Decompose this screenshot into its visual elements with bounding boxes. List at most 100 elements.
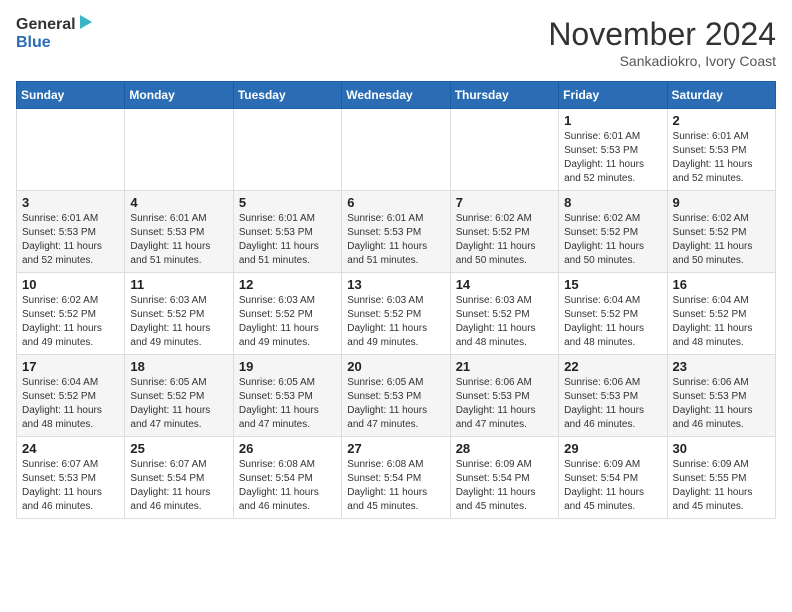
day-info: Sunrise: 6:09 AM Sunset: 5:54 PM Dayligh…: [456, 458, 553, 514]
calendar-cell: 6 Sunrise: 6:01 AM Sunset: 5:53 PM Daylig…: [342, 191, 450, 273]
day-number: 25: [130, 441, 227, 456]
calendar-week-row: 17Sunrise: 6:04 AM Sunset: 5:52 PM Dayli…: [17, 355, 776, 437]
day-number: 9: [673, 195, 770, 210]
calendar-cell: 13 Sunrise: 6:03 AM Sunset: 5:52 PM Dayli…: [342, 273, 450, 355]
day-number: 3: [22, 195, 119, 210]
calendar-cell: 21Sunrise: 6:06 AM Sunset: 5:53 PM Dayli…: [450, 355, 558, 437]
day-number: 26: [239, 441, 336, 456]
day-info: Sunrise: 6:02 AM Sunset: 5:52 PM Dayligh…: [673, 212, 770, 268]
day-info: Sunrise: 6:01 AM Sunset: 5:53 PM Dayligh…: [239, 212, 336, 268]
calendar-cell: 20 Sunrise: 6:05 AM Sunset: 5:53 PM Dayli…: [342, 355, 450, 437]
day-info: Sunrise: 6:09 AM Sunset: 5:55 PM Dayligh…: [673, 458, 770, 514]
day-info: Sunrise: 6:02 AM Sunset: 5:52 PM Dayligh…: [564, 212, 661, 268]
day-number: 8: [564, 195, 661, 210]
calendar-cell: 8 Sunrise: 6:02 AM Sunset: 5:52 PM Daylig…: [559, 191, 667, 273]
day-info: Sunrise: 6:08 AM Sunset: 5:54 PM Dayligh…: [239, 458, 336, 514]
day-info: Sunrise: 6:04 AM Sunset: 5:52 PM Dayligh…: [22, 376, 119, 432]
day-info: Sunrise: 6:01 AM Sunset: 5:53 PM Dayligh…: [130, 212, 227, 268]
calendar-table: SundayMondayTuesdayWednesdayThursdayFrid…: [16, 81, 776, 519]
calendar-week-row: 24Sunrise: 6:07 AM Sunset: 5:53 PM Dayli…: [17, 437, 776, 519]
logo-arrow-icon: [80, 15, 92, 29]
calendar-cell: 12 Sunrise: 6:03 AM Sunset: 5:52 PM Dayli…: [233, 273, 341, 355]
day-info: Sunrise: 6:01 AM Sunset: 5:53 PM Dayligh…: [22, 212, 119, 268]
day-number: 4: [130, 195, 227, 210]
day-number: 15: [564, 277, 661, 292]
calendar-cell: 27Sunrise: 6:08 AM Sunset: 5:54 PM Dayli…: [342, 437, 450, 519]
day-number: 24: [22, 441, 119, 456]
day-info: Sunrise: 6:03 AM Sunset: 5:52 PM Dayligh…: [130, 294, 227, 350]
day-number: 29: [564, 441, 661, 456]
day-number: 20: [347, 359, 444, 374]
day-info: Sunrise: 6:09 AM Sunset: 5:54 PM Dayligh…: [564, 458, 661, 514]
calendar-cell: 28 Sunrise: 6:09 AM Sunset: 5:54 PM Dayli…: [450, 437, 558, 519]
day-info: Sunrise: 6:05 AM Sunset: 5:53 PM Dayligh…: [239, 376, 336, 432]
day-info: Sunrise: 6:03 AM Sunset: 5:52 PM Dayligh…: [239, 294, 336, 350]
day-number: 1: [564, 113, 661, 128]
month-title: November 2024: [548, 16, 776, 53]
calendar-cell: [17, 109, 125, 191]
calendar-cell: 22Sunrise: 6:06 AM Sunset: 5:53 PM Dayli…: [559, 355, 667, 437]
day-number: 6: [347, 195, 444, 210]
calendar-cell: 1 Sunrise: 6:01 AM Sunset: 5:53 PM Daylig…: [559, 109, 667, 191]
calendar-header-row: SundayMondayTuesdayWednesdayThursdayFrid…: [17, 82, 776, 109]
calendar-cell: 16Sunrise: 6:04 AM Sunset: 5:52 PM Dayli…: [667, 273, 775, 355]
day-number: 19: [239, 359, 336, 374]
calendar-cell: [342, 109, 450, 191]
day-info: Sunrise: 6:03 AM Sunset: 5:52 PM Dayligh…: [456, 294, 553, 350]
day-number: 7: [456, 195, 553, 210]
day-of-week-header: Thursday: [450, 82, 558, 109]
day-info: Sunrise: 6:01 AM Sunset: 5:53 PM Dayligh…: [673, 130, 770, 186]
day-number: 21: [456, 359, 553, 374]
day-info: Sunrise: 6:06 AM Sunset: 5:53 PM Dayligh…: [673, 376, 770, 432]
title-section: November 2024 Sankadiokro, Ivory Coast: [548, 16, 776, 69]
day-info: Sunrise: 6:01 AM Sunset: 5:53 PM Dayligh…: [564, 130, 661, 186]
calendar-cell: 18Sunrise: 6:05 AM Sunset: 5:52 PM Dayli…: [125, 355, 233, 437]
day-of-week-header: Monday: [125, 82, 233, 109]
calendar-cell: 5 Sunrise: 6:01 AM Sunset: 5:53 PM Daylig…: [233, 191, 341, 273]
day-number: 14: [456, 277, 553, 292]
day-of-week-header: Sunday: [17, 82, 125, 109]
day-info: Sunrise: 6:06 AM Sunset: 5:53 PM Dayligh…: [564, 376, 661, 432]
day-number: 23: [673, 359, 770, 374]
day-info: Sunrise: 6:05 AM Sunset: 5:53 PM Dayligh…: [347, 376, 444, 432]
calendar-cell: 10 Sunrise: 6:02 AM Sunset: 5:52 PM Dayli…: [17, 273, 125, 355]
day-number: 11: [130, 277, 227, 292]
day-info: Sunrise: 6:05 AM Sunset: 5:52 PM Dayligh…: [130, 376, 227, 432]
calendar-week-row: 1 Sunrise: 6:01 AM Sunset: 5:53 PM Daylig…: [17, 109, 776, 191]
day-number: 12: [239, 277, 336, 292]
calendar-cell: 7Sunrise: 6:02 AM Sunset: 5:52 PM Daylig…: [450, 191, 558, 273]
day-info: Sunrise: 6:02 AM Sunset: 5:52 PM Dayligh…: [22, 294, 119, 350]
day-info: Sunrise: 6:01 AM Sunset: 5:53 PM Dayligh…: [347, 212, 444, 268]
logo-blue-text: Blue: [16, 34, 51, 52]
day-of-week-header: Tuesday: [233, 82, 341, 109]
day-info: Sunrise: 6:07 AM Sunset: 5:54 PM Dayligh…: [130, 458, 227, 514]
logo: General Blue: [16, 16, 92, 52]
calendar-cell: [450, 109, 558, 191]
calendar-cell: 17Sunrise: 6:04 AM Sunset: 5:52 PM Dayli…: [17, 355, 125, 437]
calendar-week-row: 10 Sunrise: 6:02 AM Sunset: 5:52 PM Dayli…: [17, 273, 776, 355]
calendar-cell: 29 Sunrise: 6:09 AM Sunset: 5:54 PM Dayli…: [559, 437, 667, 519]
day-number: 30: [673, 441, 770, 456]
calendar-cell: 3 Sunrise: 6:01 AM Sunset: 5:53 PM Daylig…: [17, 191, 125, 273]
day-number: 10: [22, 277, 119, 292]
day-info: Sunrise: 6:03 AM Sunset: 5:52 PM Dayligh…: [347, 294, 444, 350]
day-of-week-header: Wednesday: [342, 82, 450, 109]
day-info: Sunrise: 6:04 AM Sunset: 5:52 PM Dayligh…: [673, 294, 770, 350]
day-number: 28: [456, 441, 553, 456]
calendar-cell: 24Sunrise: 6:07 AM Sunset: 5:53 PM Dayli…: [17, 437, 125, 519]
day-number: 13: [347, 277, 444, 292]
calendar-cell: 25 Sunrise: 6:07 AM Sunset: 5:54 PM Dayli…: [125, 437, 233, 519]
calendar-cell: 11 Sunrise: 6:03 AM Sunset: 5:52 PM Dayli…: [125, 273, 233, 355]
page-header: General Blue November 2024 Sankadiokro, …: [16, 16, 776, 69]
calendar-cell: 14 Sunrise: 6:03 AM Sunset: 5:52 PM Dayli…: [450, 273, 558, 355]
calendar-cell: 30 Sunrise: 6:09 AM Sunset: 5:55 PM Dayli…: [667, 437, 775, 519]
day-number: 2: [673, 113, 770, 128]
calendar-cell: 26 Sunrise: 6:08 AM Sunset: 5:54 PM Dayli…: [233, 437, 341, 519]
calendar-cell: [125, 109, 233, 191]
calendar-cell: [233, 109, 341, 191]
logo-general-text: General: [16, 16, 76, 34]
calendar-cell: 9 Sunrise: 6:02 AM Sunset: 5:52 PM Daylig…: [667, 191, 775, 273]
day-number: 27: [347, 441, 444, 456]
calendar-cell: 23 Sunrise: 6:06 AM Sunset: 5:53 PM Dayli…: [667, 355, 775, 437]
day-number: 5: [239, 195, 336, 210]
